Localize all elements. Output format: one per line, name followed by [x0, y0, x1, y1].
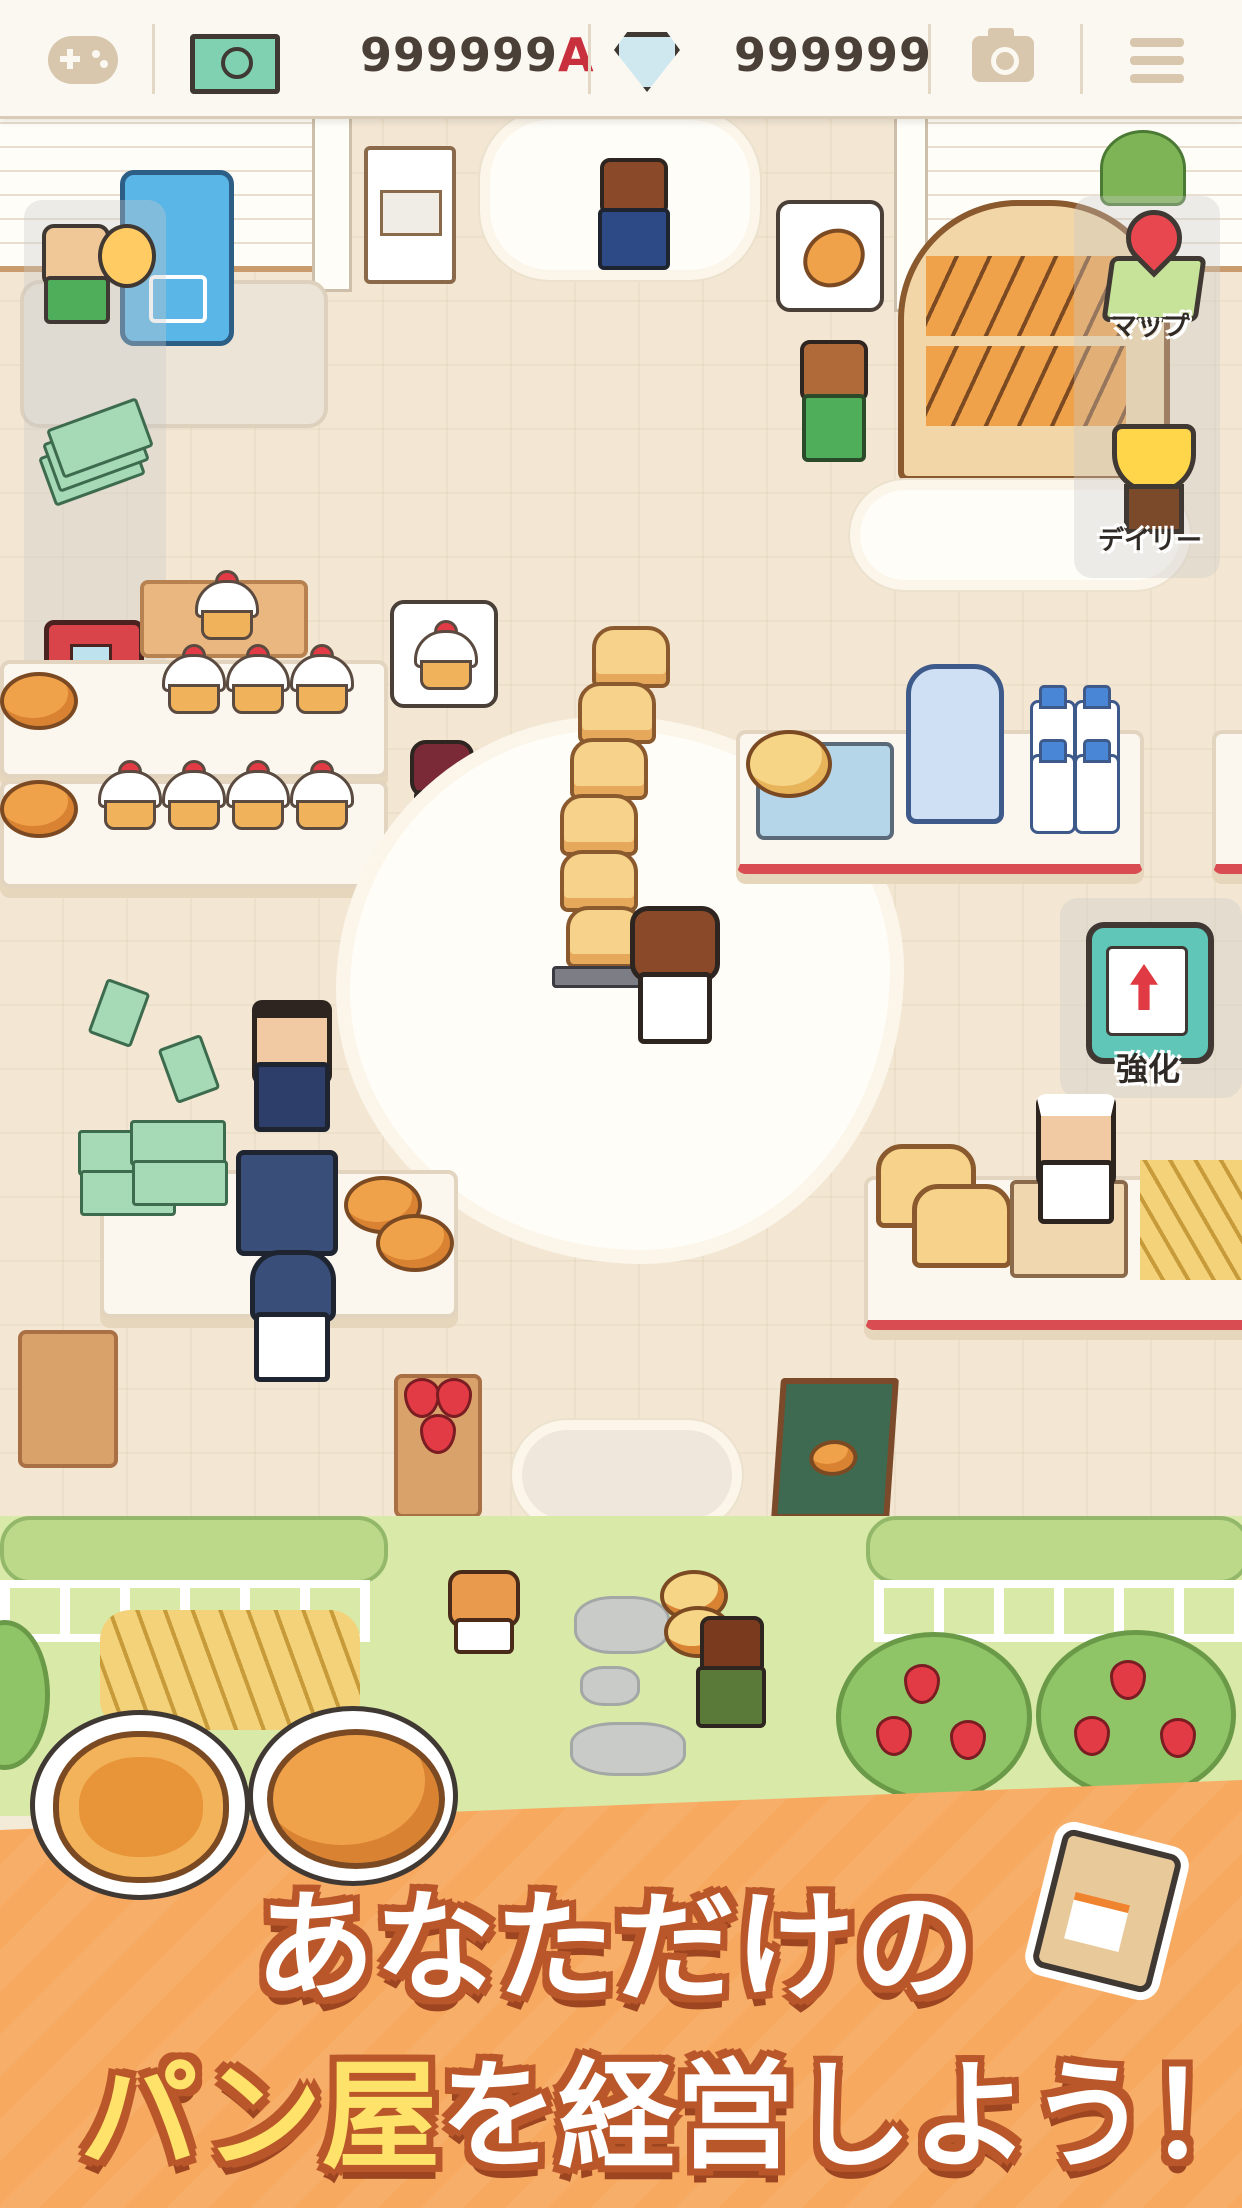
- hud-divider: [152, 24, 155, 94]
- banner-line-1: あなただけの: [255, 1879, 975, 2018]
- cupcake: [98, 760, 162, 830]
- corgi-dog[interactable]: [440, 1570, 520, 1654]
- bread-loaf: [592, 626, 670, 688]
- cupcake: [290, 644, 354, 714]
- baker-staff[interactable]: [1024, 1094, 1120, 1224]
- blender[interactable]: [906, 664, 1004, 824]
- cupcake: [162, 760, 226, 830]
- stepping-stone: [580, 1666, 640, 1706]
- bread-roll: [0, 780, 78, 838]
- milk-bottle: [1074, 739, 1120, 834]
- door-mat: [522, 1430, 732, 1520]
- cupcake: [195, 570, 259, 640]
- banner-line-2: パン屋を経営しよう！: [80, 2020, 1242, 2191]
- camera-icon[interactable]: [972, 28, 1034, 82]
- bread-loaf: [560, 794, 638, 856]
- potted-plant: [1100, 130, 1186, 206]
- hedge-right: [866, 1516, 1242, 1584]
- cash-stack-button[interactable]: [38, 397, 154, 507]
- drinks-counter-edge: [1212, 730, 1242, 874]
- cupcake-icon: [414, 620, 478, 690]
- cupcake: [162, 644, 226, 714]
- bread-loaf: [570, 738, 648, 800]
- order-bubble-baguette: [776, 200, 884, 312]
- tool-shelf: [364, 146, 456, 284]
- player-baker[interactable]: [620, 906, 720, 1046]
- daily-label: デイリー: [1097, 526, 1202, 556]
- hud-divider: [1080, 24, 1083, 94]
- bread-loaf: [578, 682, 656, 744]
- gamepad-icon[interactable]: [48, 36, 118, 84]
- stepping-stone: [574, 1596, 670, 1654]
- cash-counter: 999999A: [360, 28, 595, 82]
- hud-divider: [928, 24, 931, 94]
- banner-line-2-rest: を経営しよう！: [439, 2047, 1242, 2185]
- daily-button[interactable]: デイリー: [1086, 414, 1216, 564]
- bread-loaf-large: [912, 1184, 1012, 1268]
- bread-loaf: [560, 850, 638, 912]
- fan-icon: [98, 224, 156, 288]
- baguette-icon: [791, 216, 877, 300]
- cupcake: [226, 644, 290, 714]
- menu-icon[interactable]: [1130, 38, 1184, 84]
- menu-signboard[interactable]: [771, 1378, 899, 1520]
- cupcake: [226, 760, 290, 830]
- upgrade-label: 強化: [1115, 1050, 1180, 1088]
- banner-highlight: パン屋: [80, 2047, 440, 2185]
- wooden-crates: [18, 1330, 118, 1468]
- clipboard-icon: [1086, 922, 1214, 1064]
- milk-bottle: [1030, 739, 1076, 834]
- strawberry-bush: [836, 1632, 1032, 1802]
- butter-roll-icon: [267, 1729, 445, 1869]
- diamond-icon: [614, 32, 680, 92]
- order-bubble-cupcake: [390, 600, 498, 708]
- hedge-left: [0, 1516, 388, 1584]
- customer-entering[interactable]: [590, 158, 670, 270]
- cash-register[interactable]: [236, 1150, 338, 1256]
- bread-roll: [0, 672, 78, 730]
- strawberry-bush: [1036, 1630, 1236, 1800]
- melon-bun: [746, 730, 832, 798]
- bread-roll: [376, 1214, 454, 1272]
- customer-paying[interactable]: [240, 1250, 336, 1382]
- pizza-bread-icon: [53, 1731, 229, 1883]
- wheat-bundle: [1140, 1160, 1242, 1280]
- cash-icon: [190, 34, 280, 94]
- gem-counter: 999999: [734, 28, 933, 82]
- wall-pillar: [312, 116, 352, 292]
- upgrade-button[interactable]: 強化: [1072, 912, 1222, 1092]
- stepping-stone: [570, 1722, 686, 1776]
- pizza-bread-badge: [30, 1710, 250, 1900]
- bread-icon: [808, 1440, 859, 1476]
- customer-waiting[interactable]: [790, 340, 870, 462]
- customer-with-buns[interactable]: [660, 1570, 770, 1730]
- cupcake: [290, 760, 354, 830]
- cashier-staff[interactable]: [240, 1000, 336, 1132]
- map-button[interactable]: マップ: [1086, 198, 1216, 346]
- map-label: マップ: [1110, 312, 1189, 342]
- cash-pile: [132, 1160, 228, 1206]
- hud-divider: [588, 24, 591, 94]
- chef-avatar-button[interactable]: [32, 214, 156, 324]
